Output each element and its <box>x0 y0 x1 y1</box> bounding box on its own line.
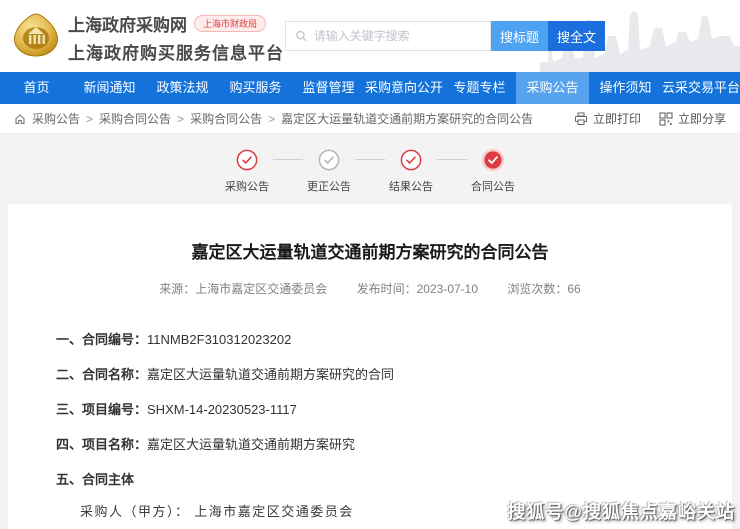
field-value: 嘉定区大运量轨道交通前期方案研究 <box>147 437 356 452</box>
section5-heading: 五、合同主体 <box>56 472 135 487</box>
site-header: 上海政府采购网 上海市财政局 上海政府购买服务信息平台 搜标题 搜全文 <box>0 0 740 72</box>
field-label: 三、项目编号： <box>56 402 148 417</box>
site-subtitle: 上海政府购买服务信息平台 <box>68 44 284 63</box>
field-label: 四、项目名称： <box>56 437 148 452</box>
article-meta: 来源：上海市嘉定区交通委员会 发布时间：2023-07-10 浏览次数：66 <box>56 280 684 297</box>
site-logo-icon <box>13 13 59 57</box>
step-label: 更正公告 <box>307 181 351 193</box>
breadcrumb-item-2[interactable]: 采购合同公告 <box>190 110 262 127</box>
search-input[interactable] <box>313 29 481 43</box>
field-label: 一、合同编号： <box>56 332 148 347</box>
nav-item-4[interactable]: 监督管理 <box>292 72 365 104</box>
article-card: 嘉定区大运量轨道交通前期方案研究的合同公告 来源：上海市嘉定区交通委员会 发布时… <box>8 204 732 529</box>
step-check-icon-done <box>236 149 258 171</box>
breadcrumb-separator: > <box>268 111 276 126</box>
nav-item-9[interactable]: 云采交易平台 <box>662 72 740 104</box>
step-label: 结果公告 <box>389 181 433 193</box>
breadcrumb-item-1[interactable]: 采购合同公告 <box>99 110 171 127</box>
share-button[interactable]: 立即分享 <box>659 110 726 127</box>
breadcrumb-item-3[interactable]: 嘉定区大运量轨道交通前期方案研究的合同公告 <box>281 110 533 127</box>
field-value: 11NMB2F310312023202 <box>147 332 292 347</box>
step-connector <box>355 159 385 160</box>
field-value: SHXM-14-20230523-1117 <box>147 402 297 417</box>
breadcrumb-item-0[interactable]: 采购公告 <box>32 110 80 127</box>
breadcrumb-actions: 立即打印 立即分享 <box>574 110 726 127</box>
nav-item-0[interactable]: 首页 <box>0 72 73 104</box>
nav-item-6[interactable]: 专题专栏 <box>443 72 516 104</box>
share-label: 立即分享 <box>677 112 726 126</box>
search-box <box>285 21 491 51</box>
print-label: 立即打印 <box>592 112 641 126</box>
finance-bureau-badge: 上海市财政局 <box>194 15 267 32</box>
home-icon[interactable] <box>14 113 26 125</box>
announcement-steps: 采购公告 更正公告 结果公告 合同公告 <box>0 134 740 204</box>
main-nav: 首页 新闻通知 政策法规 购买服务 监督管理 采购意向公开 专题专栏 采购公告 操作须知 云采交易… <box>0 72 740 104</box>
nav-item-8[interactable]: 操作须知 <box>589 72 662 104</box>
search-area: 搜标题 搜全文 <box>285 21 605 51</box>
search-fulltext-button[interactable]: 搜全文 <box>548 21 605 51</box>
meta-publish-date: 发布时间：2023-07-10 <box>356 282 479 296</box>
site-title: 上海政府采购网 <box>68 16 187 35</box>
nav-item-1[interactable]: 新闻通知 <box>73 72 146 104</box>
step-label: 采购公告 <box>225 181 269 193</box>
contract-field-3: 四、项目名称：嘉定区大运量轨道交通前期方案研究 <box>56 434 684 453</box>
page-title: 嘉定区大运量轨道交通前期方案研究的合同公告 <box>191 243 549 262</box>
printer-icon <box>574 112 587 125</box>
step-connector <box>437 159 467 160</box>
field-value: 嘉定区大运量轨道交通前期方案研究的合同 <box>147 367 395 382</box>
meta-source: 来源：上海市嘉定区交通委员会 <box>159 282 328 296</box>
step-1-inactive: 更正公告 <box>303 148 355 194</box>
step-0-done: 采购公告 <box>221 148 273 194</box>
breadcrumb-bar: 采购公告 > 采购合同公告 > 采购合同公告 > 嘉定区大运量轨道交通前期方案研究的合同公告… <box>0 104 740 134</box>
step-check-icon-done <box>400 149 422 171</box>
nav-item-3[interactable]: 购买服务 <box>219 72 292 104</box>
step-check-icon-inactive <box>318 149 340 171</box>
step-label: 合同公告 <box>471 181 515 193</box>
nav-item-7-active[interactable]: 采购公告 <box>516 72 590 104</box>
contract-field-2: 三、项目编号：SHXM-14-20230523-1117 <box>56 399 684 418</box>
step-check-icon-current <box>482 149 504 171</box>
print-button[interactable]: 立即打印 <box>574 110 641 127</box>
brand-text: 上海政府采购网 上海市财政局 上海政府购买服务信息平台 <box>68 11 284 64</box>
qr-code-icon <box>659 111 673 126</box>
step-2-done: 结果公告 <box>385 148 437 194</box>
search-icon <box>296 30 307 42</box>
breadcrumb-separator: > <box>177 111 185 126</box>
field-label: 二、合同名称： <box>56 367 148 382</box>
watermark: 搜狐号@搜狐焦点嘉峪关站 <box>507 502 735 522</box>
step-connector <box>273 159 303 160</box>
step-3-current: 合同公告 <box>467 148 519 194</box>
contract-field-1: 二、合同名称：嘉定区大运量轨道交通前期方案研究的合同 <box>56 364 684 383</box>
breadcrumb: 采购公告 > 采购合同公告 > 采购合同公告 > 嘉定区大运量轨道交通前期方案研究的合同公告 <box>14 110 533 127</box>
nav-item-5[interactable]: 采购意向公开 <box>365 72 443 104</box>
nav-item-2[interactable]: 政策法规 <box>146 72 219 104</box>
breadcrumb-separator: > <box>86 111 94 126</box>
search-title-button[interactable]: 搜标题 <box>491 21 548 51</box>
contract-field-0: 一、合同编号：11NMB2F310312023202 <box>56 329 684 348</box>
page: 上海政府采购网 上海市财政局 上海政府购买服务信息平台 搜标题 搜全文 首页新闻… <box>0 0 740 529</box>
meta-view-count: 浏览次数：66 <box>507 282 581 296</box>
brand: 上海政府采购网 上海市财政局 上海政府购买服务信息平台 <box>12 11 284 64</box>
